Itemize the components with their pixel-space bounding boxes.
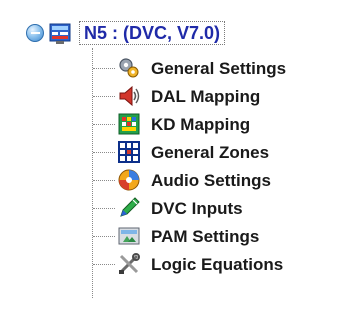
speaker-map-icon	[119, 85, 140, 107]
tree-item-label: DVC Inputs	[151, 199, 243, 218]
tree-item-label: Logic Equations	[151, 255, 284, 274]
settings-gears-icon	[119, 58, 139, 78]
tree-item-dal-mapping[interactable]: DAL Mapping	[0, 83, 342, 110]
collapse-minus-icon[interactable]	[26, 24, 44, 42]
audio-settings-icon	[118, 169, 140, 191]
tree-item-label: DAL Mapping	[151, 87, 261, 106]
tree-branch-line	[93, 208, 115, 209]
tree-item-general-zones[interactable]: General Zones	[0, 139, 342, 166]
tree-item-audio-settings[interactable]: Audio Settings	[0, 167, 342, 194]
tree-item-label: KD Mapping	[151, 115, 251, 134]
tree-branch-line	[93, 96, 115, 97]
tree-item-logic-equations[interactable]: Logic Equations	[0, 251, 342, 278]
tree-item-general-settings[interactable]: General Settings	[0, 55, 342, 82]
tree-item-dvc-inputs[interactable]: DVC Inputs	[0, 195, 342, 222]
tree-item-kd-mapping[interactable]: KD Mapping	[0, 111, 342, 138]
panel-node-icon	[49, 23, 71, 44]
tree-item-label: General Settings	[151, 59, 287, 78]
tree-root-node[interactable]: N5 : (DVC, V7.0)	[0, 20, 342, 50]
tree-branch-line	[93, 124, 115, 125]
tree-branch-line	[93, 264, 115, 265]
tree-branch-line	[93, 236, 115, 237]
tree-item-label: PAM Settings	[151, 227, 260, 246]
tools-icon	[119, 253, 140, 274]
inputs-pen-icon	[120, 197, 140, 217]
pam-screen-icon	[118, 227, 140, 245]
tree-branch-line	[93, 68, 115, 69]
root-node-label[interactable]: N5 : (DVC, V7.0)	[79, 21, 226, 45]
tree-item-pam-settings[interactable]: PAM Settings	[0, 223, 342, 250]
tree-branch-line	[93, 180, 115, 181]
keypad-map-icon	[118, 113, 140, 135]
tree-item-label: Audio Settings	[151, 171, 271, 190]
zones-grid-icon	[118, 141, 140, 163]
tree-branch-line	[93, 152, 115, 153]
tree-item-label: General Zones	[151, 143, 270, 162]
device-tree: N5 : (DVC, V7.0) General Settings DAL Ma…	[0, 0, 342, 326]
